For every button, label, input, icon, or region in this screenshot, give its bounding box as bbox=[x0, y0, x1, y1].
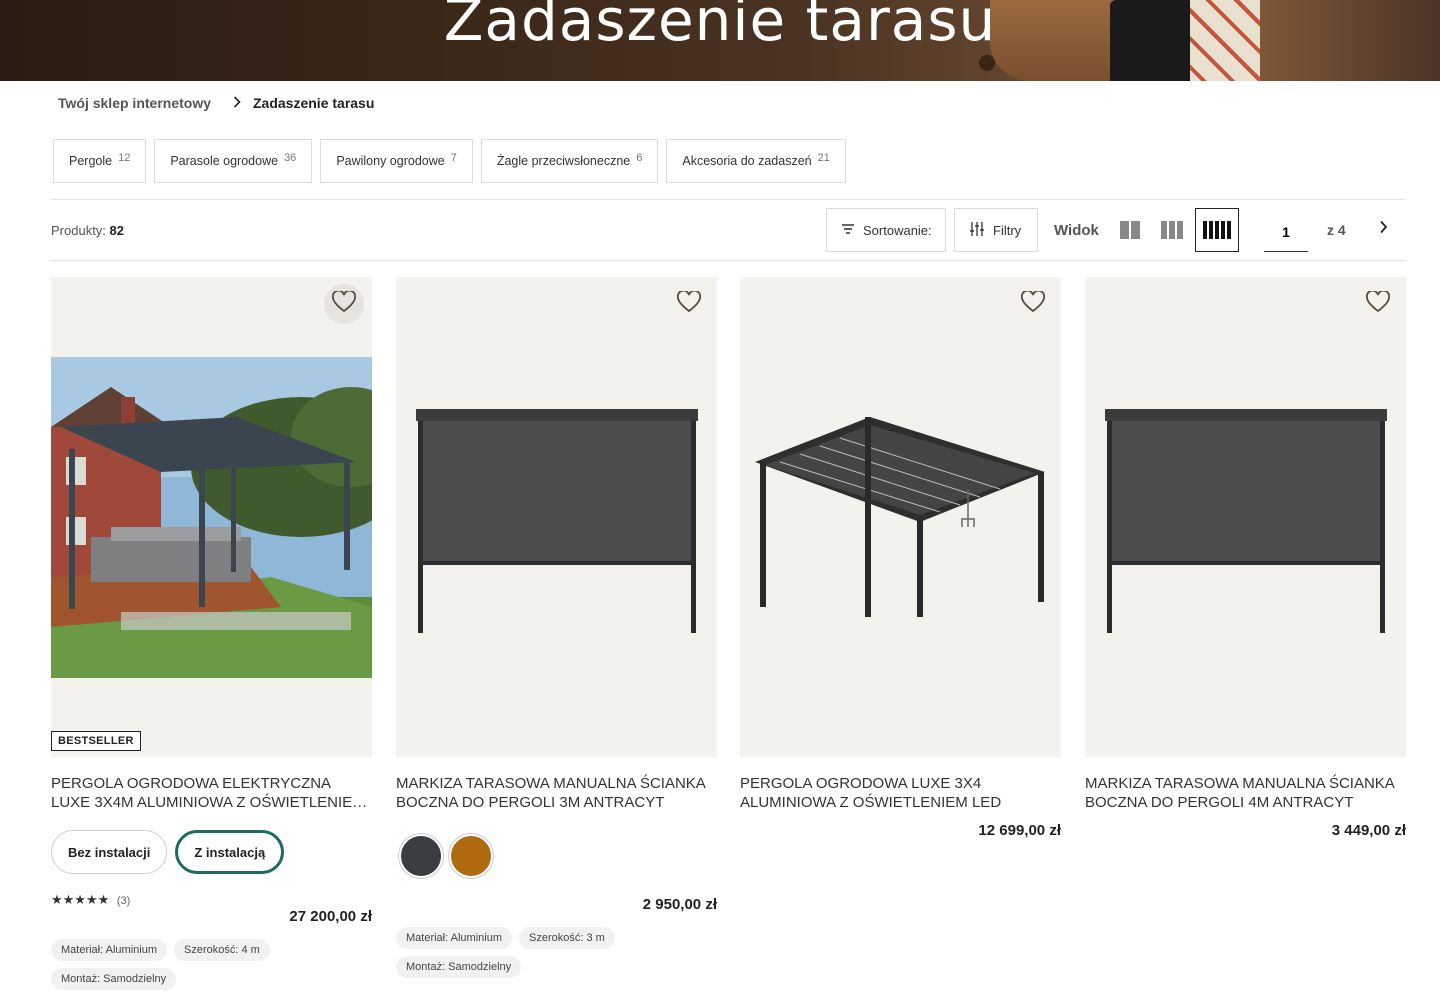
view-4-columns-button[interactable] bbox=[1195, 208, 1239, 252]
side-awning-image bbox=[1105, 409, 1387, 633]
breadcrumb-home-link[interactable]: Twój sklep internetowy bbox=[58, 95, 211, 111]
category-chip-label: Pergole bbox=[69, 154, 113, 168]
view-2-columns-button[interactable] bbox=[1108, 208, 1152, 252]
page-total: z 4 bbox=[1327, 222, 1346, 238]
wishlist-button[interactable] bbox=[669, 284, 709, 324]
product-tag: Montaż: Samodzielny bbox=[51, 968, 177, 990]
sort-label: Sortowanie: bbox=[863, 222, 932, 238]
color-swatch-brown[interactable] bbox=[449, 834, 493, 878]
category-chip-akcesoria[interactable]: Akcesoria do zadaszeń 21 bbox=[666, 139, 846, 183]
products-count: Produkty: 82 bbox=[51, 223, 124, 238]
products-count-value: 82 bbox=[109, 223, 125, 238]
breadcrumb-current: Zadaszenie tarasu bbox=[253, 95, 375, 111]
pergola-photo bbox=[51, 357, 372, 678]
installation-options: Bez instalacji Z instalacją bbox=[51, 830, 372, 874]
bestseller-badge: BESTSELLER bbox=[51, 731, 141, 751]
product-price: 27 200,00 zł bbox=[289, 908, 372, 925]
product-card: MARKIZA TARASOWA MANUALNA ŚCIANKA BOCZNA… bbox=[396, 277, 717, 978]
sliders-icon bbox=[969, 221, 985, 240]
product-title[interactable]: MARKIZA TARASOWA MANUALNA ŚCIANKA BOCZNA… bbox=[396, 774, 717, 812]
wishlist-button[interactable] bbox=[1358, 284, 1398, 324]
product-tag: Materiał: Aluminium bbox=[51, 939, 167, 961]
category-chip-pawilony[interactable]: Pawilony ogrodowe 7 bbox=[320, 139, 473, 183]
heart-icon bbox=[332, 289, 356, 318]
products-count-label: Produkty: bbox=[51, 223, 106, 238]
product-rating: ★★★★★ (3) bbox=[51, 892, 372, 908]
divider bbox=[51, 260, 1405, 261]
color-swatches bbox=[399, 834, 717, 878]
next-page-button[interactable] bbox=[1368, 214, 1398, 244]
product-price: 2 950,00 zł bbox=[642, 896, 717, 913]
heart-icon bbox=[1021, 289, 1045, 318]
star-rating-icon: ★★★★★ bbox=[51, 892, 110, 907]
category-chip-label: Pawilony ogrodowe bbox=[336, 154, 445, 168]
wishlist-button[interactable] bbox=[1013, 284, 1053, 324]
category-chip-count: 36 bbox=[284, 152, 297, 164]
review-count: (3) bbox=[116, 895, 131, 907]
product-card: BESTSELLER PERGOLA OGRODOWA ELEKTRYCZNA … bbox=[51, 277, 372, 990]
category-chip-label: Żagle przeciwsłoneczne bbox=[496, 154, 631, 168]
breadcrumb: Twój sklep internetowy Zadaszenie tarasu bbox=[58, 95, 374, 111]
option-without-installation[interactable]: Bez instalacji bbox=[51, 830, 168, 874]
chevron-right-icon bbox=[233, 95, 241, 111]
product-tags: Materiał: Aluminium Szerokość: 3 m Monta… bbox=[396, 927, 717, 978]
category-chip-parasole[interactable]: Parasole ogrodowe 36 bbox=[154, 139, 313, 183]
color-swatch-anthracite[interactable] bbox=[399, 834, 443, 878]
category-chip-count: 12 bbox=[118, 152, 131, 164]
category-chip-count: 6 bbox=[636, 152, 643, 164]
side-awning-image bbox=[416, 409, 698, 633]
filters-label: Filtry bbox=[993, 222, 1022, 238]
product-image[interactable]: BESTSELLER bbox=[51, 277, 372, 757]
product-tags: Materiał: Aluminium Szerokość: 4 m Monta… bbox=[51, 939, 372, 990]
product-tag: Montaż: Samodzielny bbox=[396, 956, 522, 978]
category-chip-count: 7 bbox=[450, 152, 457, 164]
product-tag: Szerokość: 3 m bbox=[518, 927, 615, 949]
product-image[interactable] bbox=[740, 277, 1061, 757]
grid-3-icon bbox=[1161, 221, 1183, 239]
category-chip-zagle[interactable]: Żagle przeciwsłoneczne 6 bbox=[480, 139, 659, 183]
view-label: Widok bbox=[1054, 222, 1099, 239]
category-chip-count: 21 bbox=[817, 152, 830, 164]
sort-button[interactable]: Sortowanie: bbox=[826, 208, 946, 252]
product-title[interactable]: PERGOLA OGRODOWA LUXE 3x4 ALUMINIOWA Z O… bbox=[740, 774, 1061, 812]
filters-button[interactable]: Filtry bbox=[954, 208, 1038, 252]
heart-icon bbox=[1366, 289, 1390, 318]
product-image[interactable] bbox=[396, 277, 717, 757]
product-tag: Szerokość: 4 m bbox=[173, 939, 270, 961]
pergola-image bbox=[755, 417, 1045, 617]
product-title[interactable]: PERGOLA OGRODOWA ELEKTRYCZNA LUXE 3X4M A… bbox=[51, 774, 372, 812]
grid-2-icon bbox=[1120, 221, 1140, 239]
wishlist-button[interactable] bbox=[324, 284, 364, 324]
category-chip-label: Parasole ogrodowe bbox=[170, 154, 279, 168]
grid-4-icon bbox=[1203, 221, 1231, 239]
view-3-columns-button[interactable] bbox=[1150, 208, 1194, 252]
product-card: PERGOLA OGRODOWA LUXE 3x4 ALUMINIOWA Z O… bbox=[740, 277, 1061, 839]
hero-banner: Zadaszenie tarasu bbox=[0, 0, 1440, 81]
product-card: MARKIZA TARASOWA MANUALNA ŚCIANKA BOCZNA… bbox=[1085, 277, 1406, 839]
divider bbox=[51, 199, 1405, 200]
category-chips: Pergole 12 Parasole ogrodowe 36 Pawilony… bbox=[53, 139, 846, 183]
heart-icon bbox=[677, 289, 701, 318]
category-chip-label: Akcesoria do zadaszeń bbox=[682, 154, 812, 168]
option-with-installation[interactable]: Z instalacją bbox=[175, 830, 285, 874]
product-image[interactable] bbox=[1085, 277, 1406, 757]
page-title: Zadaszenie tarasu bbox=[443, 0, 997, 54]
product-price: 12 699,00 zł bbox=[978, 822, 1061, 839]
product-tag: Materiał: Aluminium bbox=[396, 927, 512, 949]
product-price: 3 449,00 zł bbox=[1331, 822, 1406, 839]
category-chip-pergole[interactable]: Pergole 12 bbox=[53, 139, 147, 183]
product-title[interactable]: MARKIZA TARASOWA MANUALNA ŚCIANKA BOCZNA… bbox=[1085, 774, 1406, 812]
chevron-right-icon bbox=[1379, 220, 1388, 239]
sort-icon bbox=[841, 223, 855, 238]
page-number-input[interactable] bbox=[1264, 212, 1308, 252]
hero-coat-button bbox=[979, 55, 995, 71]
